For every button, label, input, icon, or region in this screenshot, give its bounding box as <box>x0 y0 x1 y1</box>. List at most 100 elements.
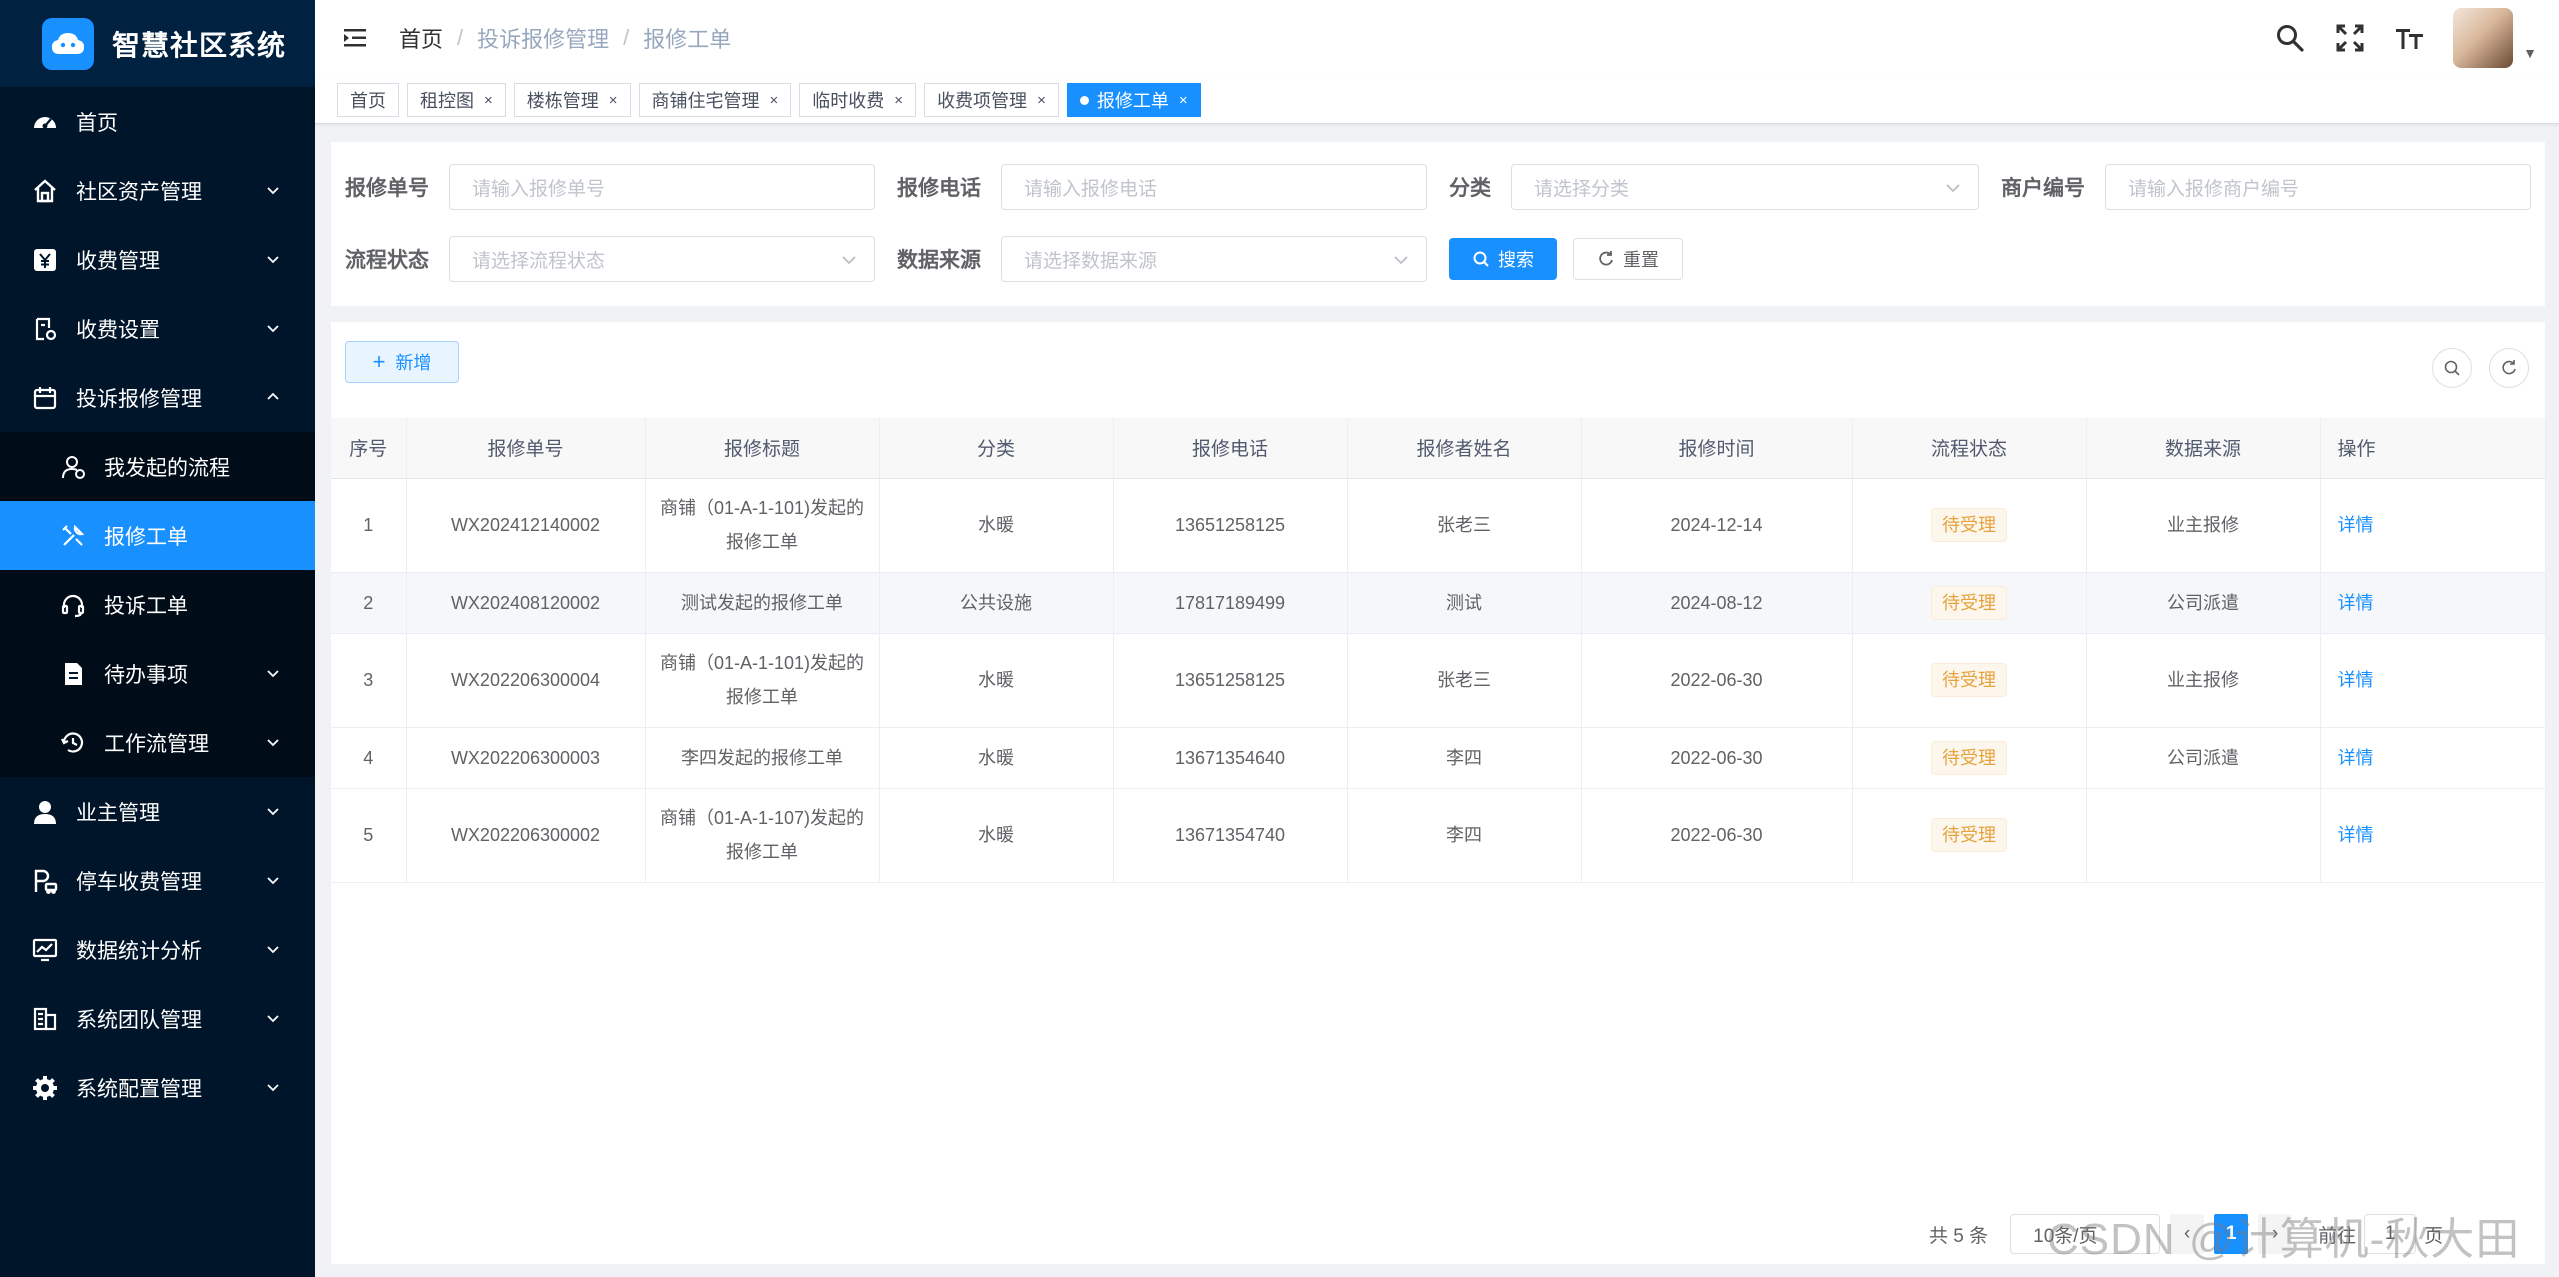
search-icon[interactable] <box>2273 21 2307 55</box>
table-row[interactable]: 5 WX202206300002 商铺（01-A-1-107)发起的报修工单 水暖 13… <box>331 788 2546 883</box>
table-cell-time: 2024-08-12 <box>1581 572 1853 634</box>
chevron-down-icon <box>842 256 856 265</box>
tab-tag-label: 首页 <box>350 91 386 111</box>
status-badge: 待受理 <box>1931 508 2007 542</box>
table-cell-title: 测试发起的报修工单 <box>645 572 880 634</box>
table-cell-title: 李四发起的报修工单 <box>645 727 880 789</box>
table-cell-action: 详情 <box>2320 478 2546 573</box>
tab-tag[interactable]: 收费项管理 × <box>924 83 1059 117</box>
sidebar-item-label: 首页 <box>76 111 118 135</box>
detail-link[interactable]: 详情 <box>2338 593 2374 613</box>
dashboard-icon <box>28 105 62 139</box>
tab-tag[interactable]: 租控图 × <box>407 83 506 117</box>
table-card: + 新增 序号 报修单号 报修标题 分类 报修电话 报修者姓名 报修时间 流程状态 数据来源 操作… <box>331 322 2546 1264</box>
close-icon[interactable]: × <box>894 92 903 109</box>
table-cell-name: 李四 <box>1347 788 1582 883</box>
sidebar-item-label: 待办事项 <box>104 663 188 687</box>
sidebar-item[interactable]: 收费设置 <box>0 294 315 363</box>
detail-link[interactable]: 详情 <box>2338 825 2374 845</box>
todo-icon <box>56 657 90 691</box>
sidebar-item-label: 收费设置 <box>76 318 160 342</box>
refresh-button[interactable] <box>2489 348 2529 388</box>
detail-link[interactable]: 详情 <box>2338 670 2374 690</box>
add-button[interactable]: + 新增 <box>345 341 459 383</box>
table-cell-category: 公共设施 <box>879 572 1114 634</box>
tab-tag[interactable]: 楼栋管理 × <box>513 83 631 117</box>
chevron-down-icon <box>263 318 283 338</box>
avatar[interactable] <box>2453 8 2514 68</box>
toggle-search-button[interactable] <box>2432 348 2472 388</box>
detail-link[interactable]: 详情 <box>2338 748 2374 768</box>
tab-tag[interactable]: 临时收费 × <box>799 83 917 117</box>
sidebar-item[interactable]: 业主管理 <box>0 777 315 846</box>
sidebar-item[interactable]: 我发起的流程 <box>0 432 315 501</box>
sidebar-item[interactable]: 待办事项 <box>0 639 315 708</box>
sidebar-item[interactable]: 停车收费管理 <box>0 846 315 915</box>
detail-link[interactable]: 详情 <box>2338 515 2374 535</box>
tab-tag[interactable]: 商铺住宅管理 × <box>638 83 792 117</box>
chevron-down-icon <box>263 180 283 200</box>
tab-tag-label: 租控图 <box>420 91 474 111</box>
sidebar-item[interactable]: 工作流管理 <box>0 708 315 777</box>
flow-status-label: 流程状态 <box>345 249 429 272</box>
sidebar-item[interactable]: 系统团队管理 <box>0 984 315 1053</box>
logo[interactable]: 智慧社区系统 <box>0 0 315 87</box>
close-icon[interactable]: × <box>609 92 618 109</box>
breadcrumb-separator: / <box>623 25 630 50</box>
table-row[interactable]: 3 WX202206300004 商铺（01-A-1-101)发起的报修工单 水暖 13… <box>331 633 2546 728</box>
menu-fold-icon[interactable] <box>341 23 371 53</box>
sidebar-item[interactable]: 投诉报修管理 <box>0 363 315 432</box>
order-no-input[interactable]: 请输入报修单号 <box>449 164 875 210</box>
sidebar-item[interactable]: 报修工单 <box>0 501 315 570</box>
cloud-logo-icon <box>42 17 94 70</box>
search-button-label: 搜索 <box>1498 250 1534 270</box>
close-icon[interactable]: × <box>770 92 779 109</box>
breadcrumb-home[interactable]: 首页 <box>399 22 443 54</box>
sidebar-item-label: 工作流管理 <box>104 732 209 756</box>
table-row[interactable]: 1 WX202412140002 商铺（01-A-1-101)发起的报修工单 水暖 13… <box>331 478 2546 573</box>
sidebar-item[interactable]: 系统配置管理 <box>0 1053 315 1122</box>
sidebar-item[interactable]: 数据统计分析 <box>0 915 315 984</box>
source-select[interactable]: 请选择数据来源 <box>1001 236 1427 282</box>
table-cell-status: 待受理 <box>1852 727 2087 789</box>
tab-tag[interactable]: 首页 <box>337 83 399 117</box>
phone-input[interactable]: 请输入报修电话 <box>1001 164 1427 210</box>
sidebar-item[interactable]: 收费管理 <box>0 225 315 294</box>
sidebar-item-label: 社区资产管理 <box>76 180 202 204</box>
sidebar-item[interactable]: 投诉工单 <box>0 570 315 639</box>
close-icon[interactable]: × <box>1179 92 1188 109</box>
column-header: 流程状态 <box>1852 418 2087 479</box>
table-cell-name: 李四 <box>1347 727 1582 789</box>
category-select[interactable]: 请选择分类 <box>1511 164 1979 210</box>
tags-view: 首页 租控图 × 楼栋管理 × 商铺住宅管理 × 临时收费 × 收费项管理 × 报修工单 × <box>315 76 2559 124</box>
close-icon[interactable]: × <box>484 92 493 109</box>
fullscreen-icon[interactable] <box>2333 21 2367 55</box>
chevron-up-icon <box>263 387 283 407</box>
merchant-input[interactable]: 请输入报修商户编号 <box>2105 164 2531 210</box>
parking-icon <box>28 864 62 898</box>
refresh-icon <box>2502 360 2516 375</box>
search-button[interactable]: 搜索 <box>1449 238 1557 280</box>
pagination-total: 共 5 条 <box>1929 1225 1989 1247</box>
yen-icon <box>28 243 62 277</box>
merchant-label: 商户编号 <box>2001 177 2085 200</box>
sidebar-item-label: 投诉工单 <box>104 594 188 618</box>
table-cell-time: 2024-12-14 <box>1581 478 1853 573</box>
sidebar: 智慧社区系统 首页社区资产管理 收费管理收费设置投诉报修管理 我发起的流程 报修工单… <box>0 0 315 1277</box>
sidebar-item[interactable]: 首页 <box>0 87 315 156</box>
table-cell-idx: 3 <box>331 633 407 728</box>
sidebar-item-label: 收费管理 <box>76 249 160 273</box>
table-cell-time: 2022-06-30 <box>1581 788 1853 883</box>
reset-button[interactable]: 重置 <box>1573 238 1683 280</box>
flow-status-select[interactable]: 请选择流程状态 <box>449 236 875 282</box>
home-icon <box>28 174 62 208</box>
close-icon[interactable]: × <box>1037 92 1046 109</box>
search-icon <box>2444 360 2460 376</box>
caret-down-icon[interactable]: ▼ <box>2523 45 2537 61</box>
table-row[interactable]: 2 WX202408120002 测试发起的报修工单 公共设施 17817189499 测… <box>331 572 2546 634</box>
table-cell-name: 张老三 <box>1347 633 1582 728</box>
table-row[interactable]: 4 WX202206300003 李四发起的报修工单 水暖 13671354640 李四 2… <box>331 727 2546 789</box>
sidebar-item[interactable]: 社区资产管理 <box>0 156 315 225</box>
font-size-icon[interactable] <box>2393 21 2427 55</box>
tab-tag[interactable]: 报修工单 × <box>1066 83 1201 117</box>
